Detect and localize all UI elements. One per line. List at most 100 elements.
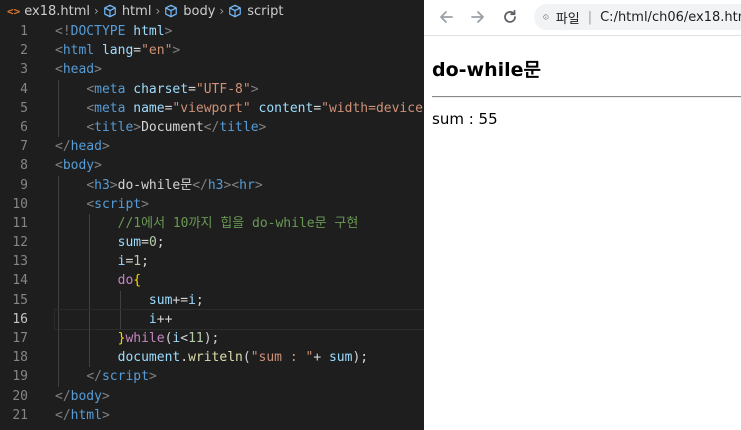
- code-token: sum: [117, 235, 142, 251]
- code-token: content: [258, 100, 314, 116]
- code-text: <script>: [55, 195, 424, 214]
- code-token: ;: [141, 254, 149, 270]
- code-line[interactable]: 4 <meta charset="UTF-8">: [0, 79, 424, 99]
- line-number: 6: [20, 119, 28, 135]
- code-token: do-while문: [117, 177, 193, 193]
- info-icon[interactable]: [543, 10, 549, 24]
- address-bar[interactable]: 파일 | C:/html/ch06/ex18.html: [534, 4, 741, 30]
- code-line[interactable]: 20 </body>: [0, 387, 424, 406]
- code-token: body: [70, 388, 102, 404]
- code-token: do: [117, 273, 134, 289]
- line-number: 19: [12, 369, 28, 385]
- chevron-right-icon: ›: [219, 4, 225, 18]
- code-token: hr: [239, 177, 255, 193]
- code-line[interactable]: 12 sum=0;: [0, 233, 424, 253]
- breadcrumb-label: script: [247, 3, 284, 19]
- reload-icon: [504, 9, 516, 23]
- line-number: 3: [20, 62, 28, 78]
- code-text: <meta charset="UTF-8">: [55, 80, 424, 99]
- code-token: while: [125, 331, 165, 346]
- code-token: h3: [207, 177, 224, 193]
- code-token: body: [62, 158, 95, 174]
- code-line[interactable]: 9 <h3>do-while문</h3><hr>: [0, 175, 424, 195]
- code-line[interactable]: 8 <body>: [0, 156, 424, 175]
- address-separator: |: [587, 9, 593, 25]
- line-number: 8: [20, 158, 28, 174]
- code-token: );: [203, 331, 220, 346]
- code-line[interactable]: 11 //1에서 10까지 힙을 do-while문 구현: [0, 213, 424, 234]
- code-token: ;: [156, 235, 165, 251]
- code-editor[interactable]: <> ex18.html › html › body › script 1 <!D…: [0, 0, 424, 430]
- code-token: <: [86, 177, 95, 193]
- code-line[interactable]: 6 <title>Document</title>: [0, 117, 424, 138]
- element-cube-icon: [165, 4, 178, 18]
- code-token: >: [101, 139, 110, 155]
- code-text: <h3>do-while문</h3><hr>: [55, 176, 424, 195]
- code-line[interactable]: 5 <meta name="viewport" content="width=d…: [0, 98, 424, 118]
- chevron-right-icon: ›: [94, 4, 99, 18]
- code-line[interactable]: 21 </html>: [0, 406, 424, 425]
- code-token: +: [313, 350, 329, 366]
- code-line[interactable]: 13 i=1;: [0, 252, 424, 272]
- code-token: >: [94, 62, 102, 78]
- code-line[interactable]: 17 }while(i<11);: [0, 329, 424, 349]
- forward-button[interactable]: [466, 6, 490, 28]
- code-text: sum+=i;: [55, 291, 424, 310]
- chevron-right-icon: ›: [155, 4, 161, 18]
- address-url[interactable]: C:/html/ch06/ex18.html: [600, 10, 741, 25]
- code-token: >: [109, 177, 118, 193]
- code-token: );: [352, 350, 369, 366]
- code-text: </script>: [55, 367, 424, 386]
- code-line[interactable]: 1 <!DOCTYPE html>: [0, 22, 424, 41]
- back-button[interactable]: [434, 6, 458, 28]
- code-token: </: [203, 119, 220, 135]
- breadcrumb-file[interactable]: <> ex18.html: [0, 4, 90, 19]
- code-token: "UTF-8": [195, 81, 251, 97]
- code-token: <: [86, 81, 95, 97]
- code-line[interactable]: 7 </head>: [0, 137, 424, 156]
- code-token: meta: [94, 81, 134, 97]
- breadcrumb-item-html[interactable]: html: [103, 3, 152, 19]
- code-token: <: [86, 196, 95, 212]
- code-line[interactable]: 18 document.writeln("sum : "+ sum);: [0, 348, 424, 368]
- line-number: 18: [12, 350, 28, 366]
- code-token: >: [133, 119, 142, 135]
- code-token: title: [219, 119, 259, 135]
- horizontal-rule: [432, 96, 741, 98]
- code-text: <!DOCTYPE html>: [55, 22, 424, 41]
- breadcrumb-label: html: [121, 3, 152, 19]
- code-line[interactable]: 16 i++: [0, 308, 424, 331]
- code-line[interactable]: 14 do{: [0, 271, 424, 291]
- code-token: <: [55, 158, 63, 174]
- breadcrumb-item-script[interactable]: script: [228, 4, 283, 19]
- code-text: <meta name="viewport" content="width=dev…: [55, 99, 424, 118]
- code-token: <: [86, 100, 95, 116]
- breadcrumb-item-body[interactable]: body: [164, 4, 215, 19]
- code-line[interactable]: 3 <head>: [0, 60, 424, 79]
- line-number: 20: [12, 388, 28, 404]
- code-line[interactable]: 10 <script>: [0, 194, 424, 214]
- code-token: DOCTYPE: [70, 24, 134, 39]
- code-line[interactable]: 15 sum+=i;: [0, 290, 424, 310]
- code-token: "sum : ": [250, 350, 314, 366]
- code-line[interactable]: 2 <html lang="en">: [0, 41, 424, 60]
- reload-button[interactable]: [498, 6, 522, 28]
- code-token: //1에서 10까지 힙을 do-while문 구현: [117, 215, 359, 231]
- code-token: i: [188, 292, 196, 308]
- code-text: document.writeln("sum : "+ sum);: [55, 348, 424, 367]
- code-token: charset: [133, 81, 189, 97]
- code-token: "viewport": [172, 100, 251, 116]
- code-lines[interactable]: 1 <!DOCTYPE html> 2 <html lang="en"> 3 <head>…: [0, 22, 424, 425]
- code-text: do{: [55, 271, 424, 290]
- breadcrumb-label: body: [183, 3, 216, 19]
- code-token: >: [141, 196, 149, 212]
- code-line[interactable]: 19 </script>: [0, 367, 424, 387]
- back-arrow-icon: [440, 11, 453, 23]
- code-token: document: [117, 350, 181, 366]
- line-number: 9: [20, 177, 28, 193]
- line-number: 4: [20, 81, 28, 97]
- code-token: writeln: [188, 350, 243, 366]
- code-token: =: [188, 81, 196, 97]
- line-number: 2: [20, 43, 28, 59]
